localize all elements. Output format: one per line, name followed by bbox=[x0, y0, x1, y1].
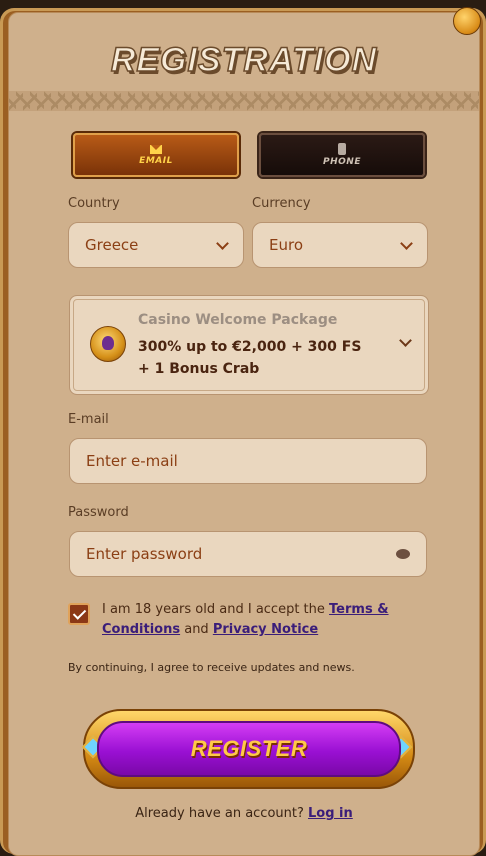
country-select[interactable]: Greece bbox=[68, 222, 244, 268]
page-title: REGISTRATION bbox=[110, 40, 378, 80]
country-label: Country bbox=[68, 196, 120, 211]
terms-text: I am 18 years old and I accept the Terms… bbox=[102, 600, 432, 640]
privacy-link[interactable]: Privacy Notice bbox=[213, 622, 318, 637]
register-button[interactable]: REGISTER bbox=[97, 721, 401, 777]
currency-value: Euro bbox=[269, 236, 303, 254]
terms-text-mid: and bbox=[180, 622, 213, 637]
updates-notice: By continuing, I agree to receive update… bbox=[68, 661, 355, 674]
password-placeholder: Enter password bbox=[86, 545, 203, 563]
chevron-down-icon bbox=[399, 334, 412, 347]
country-value: Greece bbox=[85, 236, 139, 254]
close-icon[interactable] bbox=[453, 7, 481, 35]
tab-email[interactable]: EMAIL bbox=[73, 133, 239, 177]
mail-icon bbox=[150, 144, 162, 154]
bonus-offer: 300% up to €2,000 + 300 FS + 1 Bonus Cra… bbox=[138, 339, 362, 377]
tab-phone[interactable]: PHONE bbox=[259, 133, 425, 177]
terms-text-pre: I am 18 years old and I accept the bbox=[102, 602, 330, 617]
login-prompt-text: Already have an account? bbox=[135, 806, 309, 821]
bonus-coin-icon bbox=[90, 326, 126, 362]
currency-select[interactable]: Euro bbox=[252, 222, 428, 268]
login-link[interactable]: Log in bbox=[308, 806, 353, 821]
terms-checkbox[interactable] bbox=[68, 603, 90, 625]
decorative-divider bbox=[9, 91, 479, 111]
eye-icon[interactable] bbox=[396, 549, 410, 559]
tab-email-label: EMAIL bbox=[139, 155, 173, 166]
phone-icon bbox=[338, 143, 346, 155]
bonus-title: Casino Welcome Package bbox=[138, 312, 338, 328]
password-label: Password bbox=[68, 505, 129, 520]
bonus-select[interactable]: Casino Welcome Package 300% up to €2,000… bbox=[69, 295, 429, 395]
login-prompt: Already have an account? Log in bbox=[9, 806, 479, 821]
registration-panel: REGISTRATION EMAIL PHONE Country Greece … bbox=[8, 7, 481, 856]
tab-phone-label: PHONE bbox=[323, 157, 361, 167]
email-placeholder: Enter e-mail bbox=[86, 452, 178, 470]
chevron-down-icon bbox=[216, 237, 229, 250]
currency-label: Currency bbox=[252, 196, 311, 211]
chevron-down-icon bbox=[400, 237, 413, 250]
password-field[interactable]: Enter password bbox=[69, 531, 427, 577]
register-button-wrap: REGISTER bbox=[67, 701, 427, 793]
email-label: E-mail bbox=[68, 412, 109, 427]
email-field[interactable]: Enter e-mail bbox=[69, 438, 427, 484]
